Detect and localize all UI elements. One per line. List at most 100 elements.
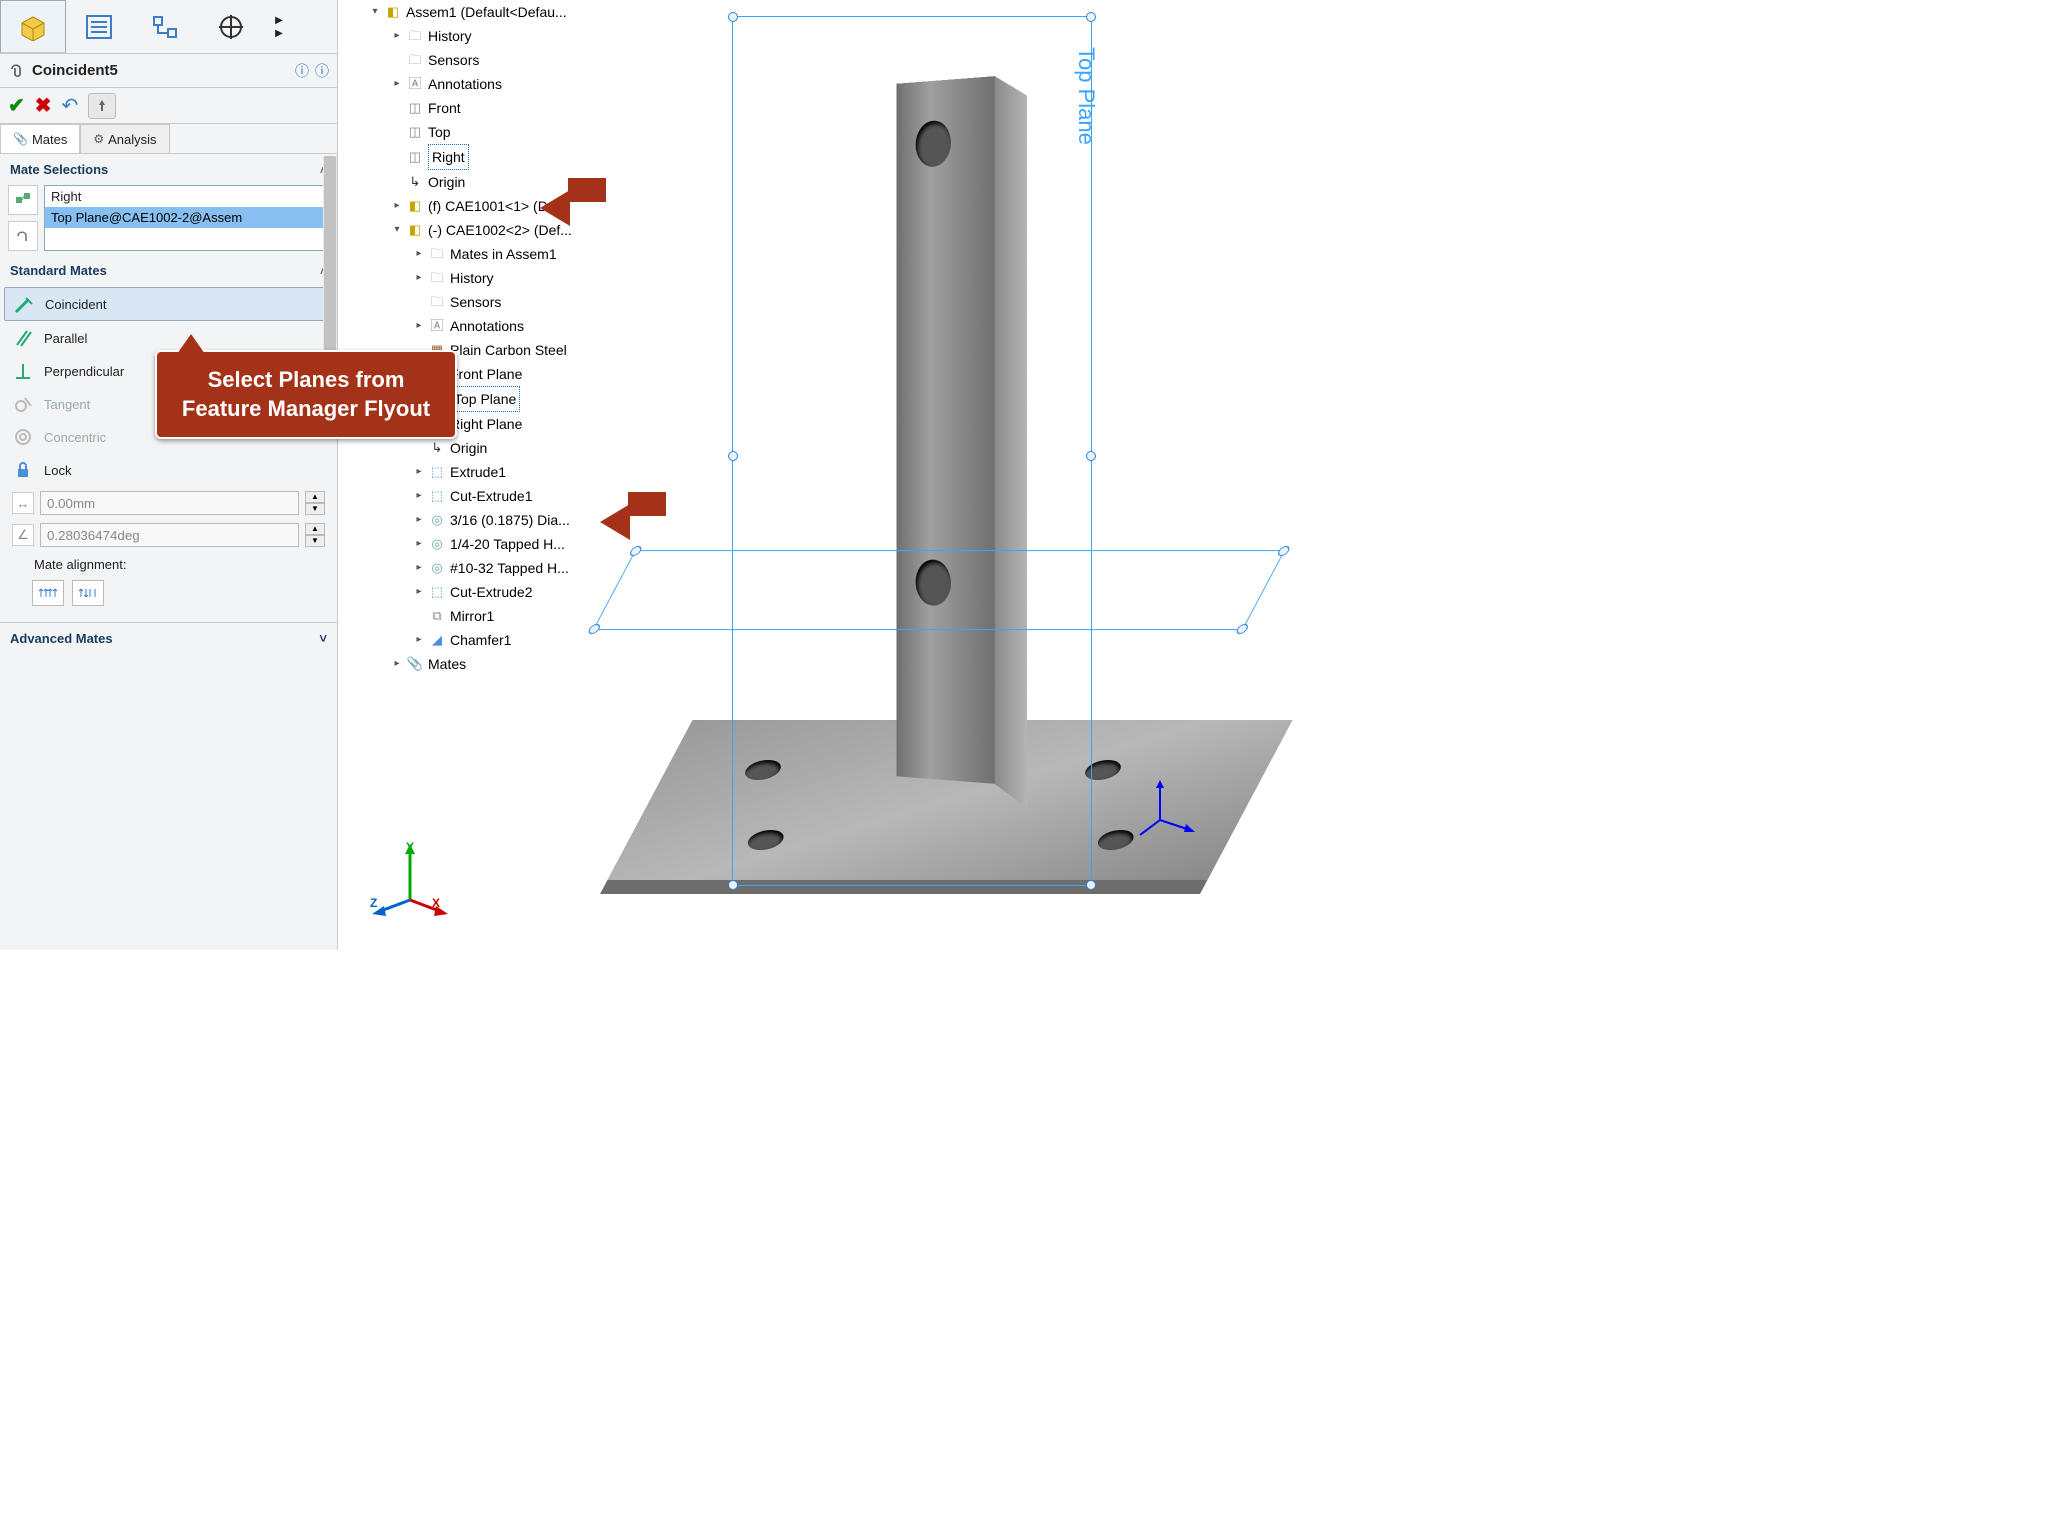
tree-icon	[150, 13, 180, 41]
tab-configuration-manager[interactable]	[132, 0, 198, 53]
pin-icon	[95, 99, 109, 113]
expand-icon[interactable]: ▸	[392, 72, 402, 96]
plane-handle[interactable]	[728, 880, 738, 890]
selection-item-2[interactable]: Top Plane@CAE1002-2@Assem	[45, 207, 328, 228]
scrollbar-thumb[interactable]	[324, 156, 336, 356]
feature-title: Coincident5	[32, 62, 289, 79]
mate-lock[interactable]: Lock	[4, 454, 333, 486]
expand-icon[interactable]: ▸	[414, 242, 424, 266]
tab-mates[interactable]: 📎 Mates	[0, 124, 80, 153]
advanced-mates-header[interactable]: Advanced Mates ˅	[0, 622, 337, 654]
plane-handle[interactable]	[628, 546, 643, 556]
spinner-down[interactable]: ▼	[305, 503, 325, 515]
parallel-icon	[12, 327, 34, 349]
reference-plane-top[interactable]	[593, 550, 1286, 630]
spinner-up[interactable]: ▲	[305, 523, 325, 535]
origin-triad[interactable]	[1140, 780, 1200, 843]
expand-icon[interactable]: ▸	[392, 194, 402, 218]
expand-icon[interactable]: ▸	[392, 24, 402, 48]
hole-icon: ◎	[428, 559, 446, 577]
spinner-up[interactable]: ▲	[305, 491, 325, 503]
mate-clip-icon	[8, 60, 26, 81]
mate-label: Lock	[44, 463, 71, 478]
multi-mate-button[interactable]	[8, 221, 38, 251]
reference-plane-right[interactable]: Top Plane	[732, 16, 1092, 886]
target-icon	[216, 13, 246, 41]
assembly-icon: ◧	[384, 3, 402, 21]
folder-icon: 🗀	[428, 269, 446, 287]
pin-button[interactable]	[88, 93, 116, 119]
expand-icon[interactable]: ▸	[414, 580, 424, 604]
plane-handle[interactable]	[1086, 12, 1096, 22]
align-anti-aligned-button[interactable]	[72, 580, 104, 606]
chevron-right-icon: ▶	[275, 28, 283, 39]
undo-button[interactable]: ↶	[62, 93, 79, 118]
plane-handle[interactable]	[1086, 451, 1096, 461]
hole-icon: ◎	[428, 511, 446, 529]
axis-z-label: Z	[370, 896, 377, 910]
help-tooltip-icon[interactable]: ⓘ	[295, 61, 309, 81]
feature-title-row: Coincident5 ⓘ ⓘ	[0, 54, 337, 88]
angle-input[interactable]	[40, 523, 299, 547]
expand-icon[interactable]: ▸	[414, 532, 424, 556]
expand-icon[interactable]: ▸	[414, 314, 424, 338]
graphics-view[interactable]: Top Plane	[610, 0, 1266, 950]
perpendicular-icon	[12, 360, 34, 382]
tab-feature-manager[interactable]	[0, 0, 66, 53]
expand-icon[interactable]: ▸	[392, 652, 402, 676]
align-aligned-button[interactable]	[32, 580, 64, 606]
part-icon: ◧	[406, 221, 424, 239]
collapse-icon[interactable]: ▾	[370, 0, 380, 24]
help-icon[interactable]: ⓘ	[315, 61, 329, 81]
standard-mates-header[interactable]: Standard Mates ˄	[0, 255, 337, 282]
section-label: Advanced Mates	[10, 631, 113, 646]
gear-icon: ⚙	[93, 132, 104, 146]
list-icon	[84, 13, 114, 41]
entities-icon	[14, 191, 32, 209]
expand-icon[interactable]: ▸	[414, 266, 424, 290]
expand-icon[interactable]: ▸	[414, 460, 424, 484]
annotations-icon: 🄰	[406, 75, 424, 93]
tab-dimxpert[interactable]	[198, 0, 264, 53]
mate-label: Tangent	[44, 397, 90, 412]
angle-spinner[interactable]: ▲ ▼	[305, 523, 325, 547]
distance-spinner[interactable]: ▲ ▼	[305, 491, 325, 515]
panel-tab-bar: ▶ ▶	[0, 0, 337, 54]
selections-listbox[interactable]: Right Top Plane@CAE1002-2@Assem	[44, 185, 329, 251]
tab-property-manager[interactable]	[66, 0, 132, 53]
plane-handle[interactable]	[728, 12, 738, 22]
plane-handle[interactable]	[1086, 880, 1096, 890]
plane-label: Top Plane	[1073, 47, 1099, 145]
plane-icon: ◫	[406, 148, 424, 166]
annotations-icon: 🄰	[428, 317, 446, 335]
distance-input[interactable]	[40, 491, 299, 515]
chamfer-icon: ◢	[428, 631, 446, 649]
mate-coincident[interactable]: Coincident	[4, 287, 333, 321]
mate-label: Parallel	[44, 331, 87, 346]
mate-label: Perpendicular	[44, 364, 124, 379]
model-hole	[1093, 830, 1138, 850]
folder-icon: 🗀	[406, 51, 424, 69]
spinner-down[interactable]: ▼	[305, 535, 325, 547]
mate-selections-header[interactable]: Mate Selections ˄	[0, 154, 337, 181]
tab-overflow[interactable]: ▶ ▶	[264, 0, 294, 53]
expand-icon[interactable]: ▸	[414, 484, 424, 508]
plane-handle[interactable]	[1276, 546, 1291, 556]
mates-folder-icon: 🗀	[428, 245, 446, 263]
expand-icon[interactable]: ▸	[414, 628, 424, 652]
cancel-button[interactable]: ✖	[35, 93, 52, 118]
tab-analysis-label: Analysis	[108, 132, 156, 147]
mate-label: Coincident	[45, 297, 106, 312]
plane-handle[interactable]	[728, 451, 738, 461]
ok-button[interactable]: ✔	[8, 93, 25, 118]
selection-item-1[interactable]: Right	[45, 186, 328, 207]
folder-icon: 🗀	[406, 27, 424, 45]
expand-icon[interactable]: ▸	[414, 508, 424, 532]
mate-alignment-label: Mate alignment:	[4, 551, 333, 578]
entities-button[interactable]	[8, 185, 38, 215]
expand-icon[interactable]: ▸	[414, 556, 424, 580]
plane-handle[interactable]	[1235, 624, 1250, 634]
tab-analysis[interactable]: ⚙ Analysis	[80, 124, 169, 153]
collapse-icon[interactable]: ▾	[392, 218, 402, 242]
concentric-icon	[12, 426, 34, 448]
